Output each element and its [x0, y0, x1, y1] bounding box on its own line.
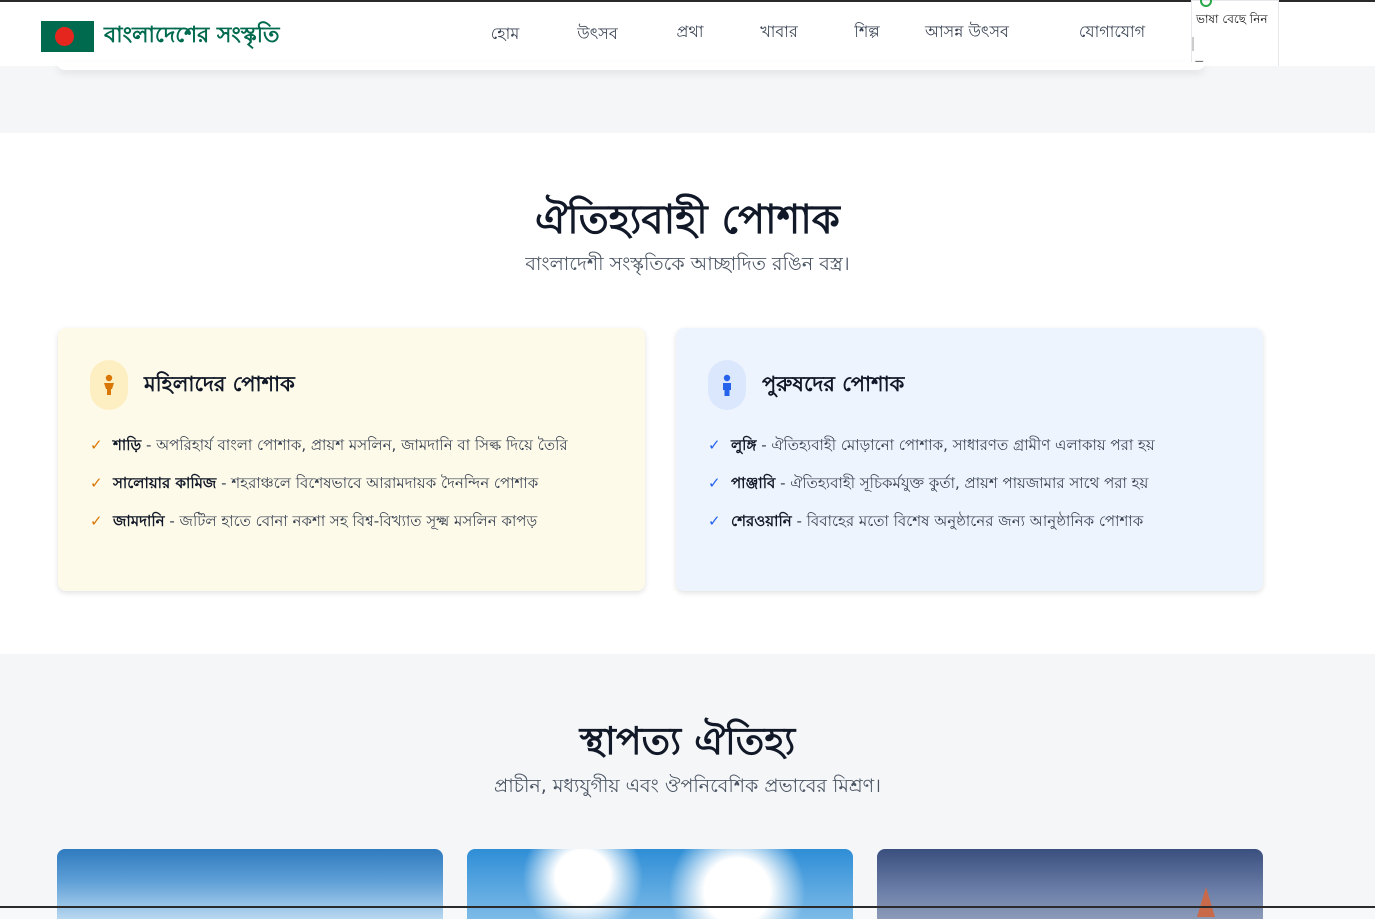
item-name: জামদানি [113, 512, 165, 530]
item-desc: - জটিল হাতে বোনা নকশা সহ বিশ্ব-বিখ্যাত স… [164, 512, 538, 530]
women-dress-list: ✓ শাড়ি - অপরিহার্য বাংলা পোশাক, প্রায়শ … [90, 433, 610, 547]
item-name: লুঙ্গি [731, 436, 757, 454]
item-desc: - বিবাহের মতো বিশেষ অনুষ্ঠানের জন্য আনুষ… [791, 512, 1144, 530]
item-desc: - অপরিহার্য বাংলা পোশাক, প্রায়শ মসলিন, … [141, 436, 568, 454]
item-name: শাড়ি [113, 436, 142, 454]
check-icon: ✓ [90, 474, 103, 492]
women-dress-card: মহিলাদের পোশাক ✓ শাড়ি - অপরিহার্য বাংলা … [58, 328, 645, 591]
architecture-image-card[interactable] [877, 849, 1263, 919]
man-icon [708, 360, 746, 410]
section-subtitle: প্রাচীন, মধ্যযুগীয় এবং ঔপনিবেশিক প্রভাব… [494, 775, 881, 797]
men-dress-list: ✓ লুঙ্গি - ঐতিহ্যবাহী মোড়ানো পোশাক, সাধা… [708, 433, 1228, 547]
nav-home[interactable]: হোম [470, 2, 540, 66]
check-icon: ✓ [708, 436, 721, 454]
item-desc: - ঐতিহ্যবাহী সূচিকর্মযুক্ত কুর্তা, প্রায… [775, 474, 1149, 492]
nav-customs[interactable]: প্রথা [655, 2, 725, 66]
navbar: বাংলাদেশের সংস্কৃতি হোম উৎসব প্রথা খাবার… [0, 2, 1375, 66]
google-icon [1200, 0, 1212, 7]
item-name: শেরওয়ানি [731, 512, 792, 530]
nav-upcoming-festivals[interactable]: আসন্ন উৎসব [901, 2, 1033, 66]
section-subtitle: বাংলাদেশী সংস্কৃতিকে আচ্ছাদিত রঙিন বস্ত্… [525, 253, 850, 275]
architecture-image-card[interactable] [57, 849, 443, 919]
architecture-image-card[interactable] [467, 849, 853, 919]
check-icon: ✓ [708, 512, 721, 530]
language-select-field[interactable] [1192, 37, 1194, 51]
brand[interactable]: বাংলাদেশের সংস্কৃতি [41, 18, 280, 55]
card-title: পুরুষদের পোশাক [762, 371, 905, 396]
item-desc: - শহরাঞ্চলে বিশেষভাবে আরামদায়ক দৈনন্দিন… [216, 474, 539, 492]
nav-art[interactable]: শিল্প [833, 2, 901, 66]
nav-food[interactable]: খাবার [725, 2, 833, 66]
item-name: সালোয়ার কামিজ [113, 474, 217, 492]
list-item: ✓ শেরওয়ানি - বিবাহের মতো বিশেষ অনুষ্ঠানে… [708, 509, 1228, 533]
bangladesh-flag-icon [41, 21, 94, 52]
previous-card-edge [57, 62, 1205, 70]
item-name: পাঞ্জাবি [731, 474, 776, 492]
check-icon: ✓ [90, 436, 103, 454]
card-title: মহিলাদের পোশাক [144, 371, 295, 396]
woman-icon [90, 360, 128, 410]
nav-contact[interactable]: যোগাযোগ [1033, 2, 1191, 66]
list-item: ✓ শাড়ি - অপরিহার্য বাংলা পোশাক, প্রায়শ … [90, 433, 610, 457]
men-dress-card: পুরুষদের পোশাক ✓ লুঙ্গি - ঐতিহ্যবাহী মোড়… [676, 328, 1263, 591]
list-item: ✓ সালোয়ার কামিজ - শহরাঞ্চলে বিশেষভাবে আর… [90, 471, 610, 495]
language-selector-label: ভাষা বেছে নিন [1196, 12, 1268, 26]
check-icon: ✓ [90, 512, 103, 530]
brand-title: বাংলাদেশের সংস্কৃতি [104, 22, 280, 48]
architecture-section: স্থাপত্য ঐতিহ্য প্রাচীন, মধ্যযুগীয় এবং … [0, 654, 1375, 919]
traditional-dress-section: ঐতিহ্যবাহী পোশাক বাংলাদেশী সংস্কৃতিকে আচ… [0, 133, 1375, 654]
check-icon: ✓ [708, 474, 721, 492]
section-title: ঐতিহ্যবাহী পোশাক [535, 196, 840, 243]
temple-spire-image [1197, 887, 1215, 917]
section-title: স্থাপত্য ঐতিহ্য [579, 718, 796, 763]
list-item: ✓ লুঙ্গি - ঐতিহ্যবাহী মোড়ানো পোশাক, সাধা… [708, 433, 1228, 457]
hero-bottom-band [0, 66, 1375, 133]
item-desc: - ঐতিহ্যবাহী মোড়ানো পোশাক, সাধারণত গ্রা… [756, 436, 1155, 454]
list-item: ✓ জামদানি - জটিল হাতে বোনা নকশা সহ বিশ্ব-… [90, 509, 610, 533]
main-nav: হোম উৎসব প্রথা খাবার শিল্প আসন্ন উৎসব যো… [470, 2, 1191, 66]
list-item: ✓ পাঞ্জাবি - ঐতিহ্যবাহী সূচিকর্মযুক্ত কুর… [708, 471, 1228, 495]
nav-festivals[interactable]: উৎসব [540, 2, 655, 66]
